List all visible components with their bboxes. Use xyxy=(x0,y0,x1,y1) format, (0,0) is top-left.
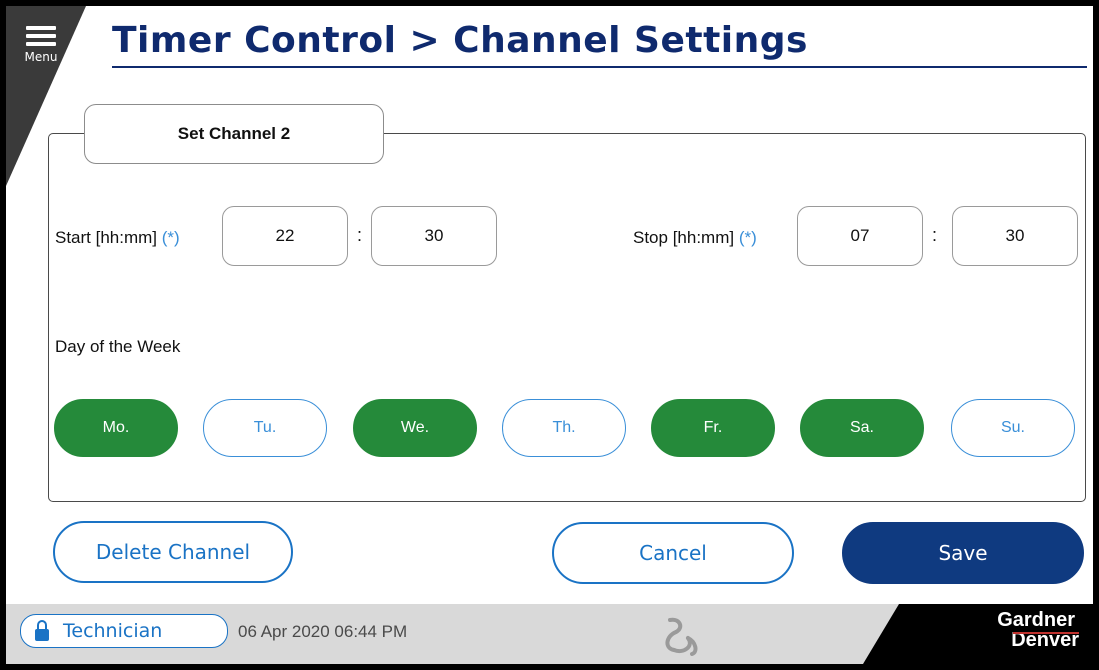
stop-required-marker: (*) xyxy=(738,228,757,247)
brand-logo: Gardner Denver xyxy=(997,610,1079,650)
start-hours-field[interactable]: 22 xyxy=(222,206,348,266)
stop-label: Stop [hh:mm] (*) xyxy=(633,228,757,248)
stop-minutes-field[interactable]: 30 xyxy=(952,206,1078,266)
start-label: Start [hh:mm] (*) xyxy=(55,228,180,248)
title-underline xyxy=(112,66,1087,68)
brand-underline xyxy=(1013,632,1079,634)
menu-label: Menu xyxy=(24,50,58,64)
hamburger-icon xyxy=(26,26,56,46)
day-toggle-thursday[interactable]: Th. xyxy=(502,399,626,457)
screen: Menu Timer Control > Channel Settings Se… xyxy=(6,6,1093,664)
stop-colon: : xyxy=(932,225,938,245)
day-toggle-tuesday[interactable]: Tu. xyxy=(203,399,327,457)
brand-line-1: Gardner xyxy=(997,609,1075,631)
stop-hours-field[interactable]: 07 xyxy=(797,206,923,266)
save-button[interactable]: Save xyxy=(842,522,1084,584)
menu-button[interactable]: Menu xyxy=(16,20,66,80)
cancel-button[interactable]: Cancel xyxy=(552,522,794,584)
stop-label-text: Stop [hh:mm] xyxy=(633,228,735,247)
user-role-label: Technician xyxy=(63,620,163,642)
day-toggle-friday[interactable]: Fr. xyxy=(651,399,775,457)
delete-channel-button[interactable]: Delete Channel xyxy=(53,521,293,583)
panel-tab-title: Set Channel 2 xyxy=(84,104,384,164)
brand-mark-icon xyxy=(665,617,698,656)
day-toggle-sunday[interactable]: Su. xyxy=(951,399,1075,457)
status-bar: Technician 06 Apr 2020 06:44 PM Gardner … xyxy=(6,604,1093,664)
start-label-text: Start [hh:mm] xyxy=(55,228,158,247)
start-colon: : xyxy=(357,225,363,245)
day-toggle-wednesday[interactable]: We. xyxy=(353,399,477,457)
brand-block: Gardner Denver xyxy=(863,604,1093,664)
day-toggle-monday[interactable]: Mo. xyxy=(54,399,178,457)
user-role-button[interactable]: Technician xyxy=(20,614,228,648)
lock-icon xyxy=(35,620,49,641)
page-title: Timer Control > Channel Settings xyxy=(112,20,808,61)
start-required-marker: (*) xyxy=(161,228,180,247)
start-minutes-field[interactable]: 30 xyxy=(371,206,497,266)
datetime: 06 Apr 2020 06:44 PM xyxy=(238,622,408,641)
day-of-week-label: Day of the Week xyxy=(55,337,181,356)
day-toggle-saturday[interactable]: Sa. xyxy=(800,399,924,457)
